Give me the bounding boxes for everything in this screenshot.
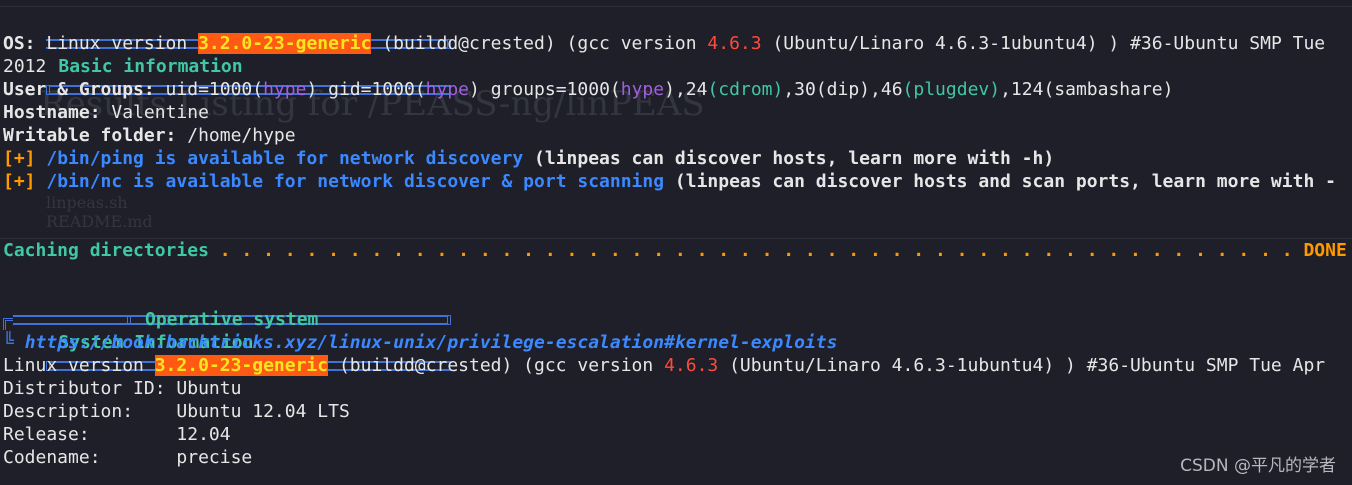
gcc-version: 4.6.3 <box>664 355 719 376</box>
writable-folder-line: Writable folder: /home/hype <box>3 124 1347 147</box>
os-text-post: (Ubuntu/Linaro 4.6.3-1ubuntu4) ) #36-Ubu… <box>761 33 1326 54</box>
subsection-header: Operative system <box>3 308 1347 331</box>
kernel-text-post: (Ubuntu/Linaro 4.6.3-1ubuntu4) ) #36-Ubu… <box>718 355 1326 376</box>
kernel-text: Linux version <box>3 355 155 376</box>
ug-text: ) gid=1000( <box>306 79 426 100</box>
kernel-version-highlight: 3.2.0-23-generic <box>154 355 329 376</box>
caching-line: Caching directories . . . . . . . . . . … <box>3 239 1347 262</box>
ug-text: ,30(dip),46 <box>783 79 903 100</box>
subsection-title: Operative system <box>145 309 319 330</box>
group-plugdev: (plugdev) <box>902 79 1001 100</box>
os-text-mid: (buildd@crested) (gcc version <box>371 33 708 54</box>
group-name: hype <box>425 79 470 100</box>
user-groups-label: User & Groups: <box>3 79 155 100</box>
ug-text: ),24 <box>664 79 708 100</box>
subsection-rule <box>13 315 131 325</box>
terminal-output: Basic information OS: Linux version 3.2.… <box>3 9 1347 469</box>
caching-dots: . . . . . . . . . . . . . . . . . . . . … <box>208 240 1304 261</box>
os-line: OS: Linux version 3.2.0-23-generic (buil… <box>3 32 1347 55</box>
ug-text: ) groups=1000( <box>469 79 621 100</box>
lsb-distributor: Distributor ID: Ubuntu <box>3 378 242 399</box>
kernel-line: Linux version 3.2.0-23-generic (buildd@c… <box>3 354 1347 377</box>
tree-corner <box>3 318 13 330</box>
os-label: OS: <box>3 33 36 54</box>
nc-line: [+] /bin/nc is available for network dis… <box>3 170 1347 193</box>
group-name: hype <box>620 79 665 100</box>
nc-note: (linpeas can discover hosts and scan por… <box>664 171 1336 192</box>
hacktricks-link[interactable]: https://book.hacktricks.xyz/linux-unix/p… <box>25 332 838 353</box>
caching-label: Caching directories <box>3 240 209 261</box>
hostname-line: Hostname: Valentine <box>3 101 1347 124</box>
tree-pipe: ╚ <box>3 332 25 353</box>
csdn-watermark: CSDN @平凡的学者 <box>1180 456 1336 476</box>
user-name: hype <box>263 79 307 100</box>
group-cdrom: (cdrom) <box>707 79 784 100</box>
ping-note: (linpeas can discover hosts, learn more … <box>523 148 1055 169</box>
kernel-version-highlight: 3.2.0-23-generic <box>198 33 372 54</box>
plus-marker: [+] <box>3 148 36 169</box>
section-header-basic: Basic information <box>3 9 1347 95</box>
lsb-description: Description: Ubuntu 12.04 LTS <box>3 401 350 422</box>
hacktricks-link-line: ╚ https://book.hacktricks.xyz/linux-unix… <box>3 331 1347 354</box>
user-groups-line: User & Groups: uid=1000(hype) gid=1000(h… <box>3 78 1347 101</box>
ug-text: uid=1000( <box>154 79 264 100</box>
lsb-codename: Codename: precise <box>3 447 253 468</box>
section-header-system: System Information <box>3 285 1347 371</box>
ug-text: ,124(sambashare) <box>1000 79 1174 100</box>
ping-text: /bin/ping is available for network disco… <box>35 148 524 169</box>
hostname-label: Hostname: <box>3 102 101 123</box>
os-text: Linux version <box>35 33 199 54</box>
caching-done: DONE <box>1303 240 1347 261</box>
section-title: Basic information <box>58 56 243 77</box>
kernel-text-mid: (buildd@crested) (gcc version <box>328 355 665 376</box>
ping-line: [+] /bin/ping is available for network d… <box>3 147 1347 170</box>
writable-folder-value: /home/hype <box>176 125 296 146</box>
nc-text: /bin/nc is available for network discove… <box>35 171 665 192</box>
lsb-release: Release: 12.04 <box>3 424 231 445</box>
gcc-version: 4.6.3 <box>707 33 762 54</box>
hostname-value: Valentine <box>100 102 209 123</box>
writable-folder-label: Writable folder: <box>3 125 177 146</box>
plus-marker: [+] <box>3 171 36 192</box>
